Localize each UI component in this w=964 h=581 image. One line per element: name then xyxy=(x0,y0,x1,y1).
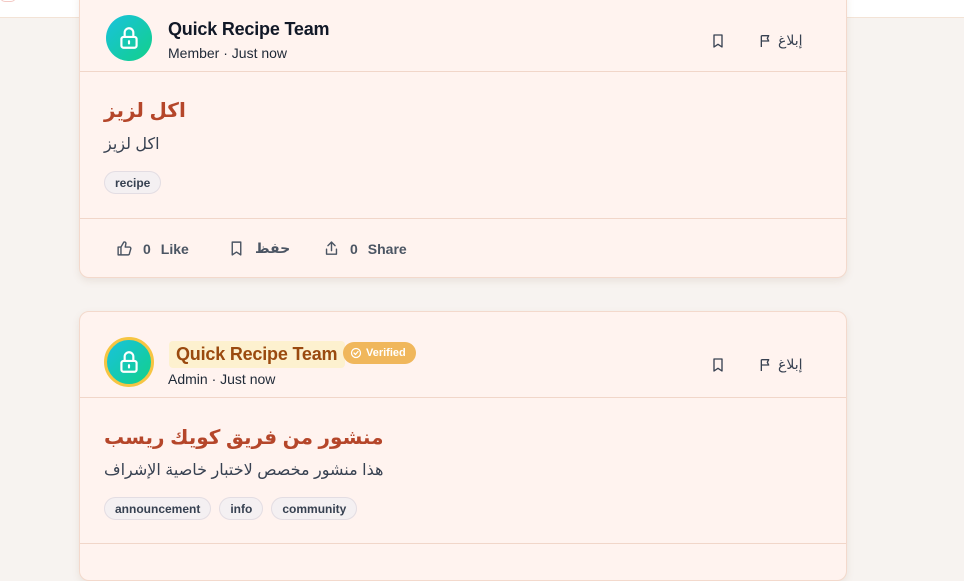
post-card: Quick Recipe Team Member · Just now إبلا… xyxy=(79,0,847,278)
save-button[interactable]: حفظ xyxy=(228,240,290,257)
bookmark-icon xyxy=(713,34,723,48)
report-label: إبلاغ xyxy=(778,32,803,48)
post-meta: Admin · Just now xyxy=(168,371,276,387)
like-count: 0 xyxy=(143,240,151,257)
author-name[interactable]: Quick Recipe Team xyxy=(168,19,330,40)
verified-badge: Verified xyxy=(343,342,416,364)
flag-icon xyxy=(760,358,770,371)
avatar[interactable] xyxy=(104,337,154,387)
share-button[interactable]: 0 Share xyxy=(323,240,407,257)
top-bar-pill xyxy=(0,0,16,2)
save-label: حفظ xyxy=(255,240,291,256)
avatar[interactable] xyxy=(106,15,152,61)
lock-icon xyxy=(120,351,138,373)
tag-chip[interactable]: announcement xyxy=(104,497,212,520)
like-label: Like xyxy=(160,240,189,257)
tag-chip[interactable]: community xyxy=(271,497,358,520)
bookmark-button[interactable] xyxy=(710,33,726,49)
author-name[interactable]: Quick Recipe Team xyxy=(169,341,346,368)
report-button[interactable]: إبلاغ xyxy=(758,32,803,49)
report-button[interactable]: إبلاغ xyxy=(758,356,803,373)
bookmark-icon xyxy=(713,358,723,372)
tag-chip[interactable]: info xyxy=(219,497,264,520)
thumbs-up-icon xyxy=(117,241,132,256)
post-meta: Member · Just now xyxy=(168,45,288,61)
tag-chip[interactable]: recipe xyxy=(104,171,162,194)
tag-list: announcement info community xyxy=(104,497,358,520)
check-circle-icon xyxy=(350,347,362,359)
post-body: اكل لزيز xyxy=(104,136,160,153)
post-actions: 0 Like حفظ 0 Share xyxy=(80,218,846,277)
bookmark-button[interactable] xyxy=(710,357,726,373)
post-title[interactable]: اكل لزيز xyxy=(104,98,186,123)
share-label: Share xyxy=(367,240,407,257)
post-actions xyxy=(80,543,846,580)
share-count: 0 xyxy=(350,240,358,257)
share-icon xyxy=(325,241,338,255)
post-card: Quick Recipe Team Verified Admin · Just … xyxy=(79,311,847,581)
like-button[interactable]: 0 Like xyxy=(116,240,189,257)
post-header: Quick Recipe Team Verified Admin · Just … xyxy=(80,312,846,398)
report-label: إبلاغ xyxy=(778,356,803,372)
post-title[interactable]: منشور من فريق كويك ريسب xyxy=(104,425,383,450)
flag-icon xyxy=(760,34,770,47)
verified-label: Verified xyxy=(366,347,406,359)
tag-list: recipe xyxy=(104,171,162,194)
bookmark-icon xyxy=(231,241,242,256)
lock-icon xyxy=(120,27,138,49)
post-body: هذا منشور مخصص لاختبار خاصية الإشراف xyxy=(104,462,384,479)
post-header: Quick Recipe Team Member · Just now إبلا… xyxy=(80,0,846,72)
